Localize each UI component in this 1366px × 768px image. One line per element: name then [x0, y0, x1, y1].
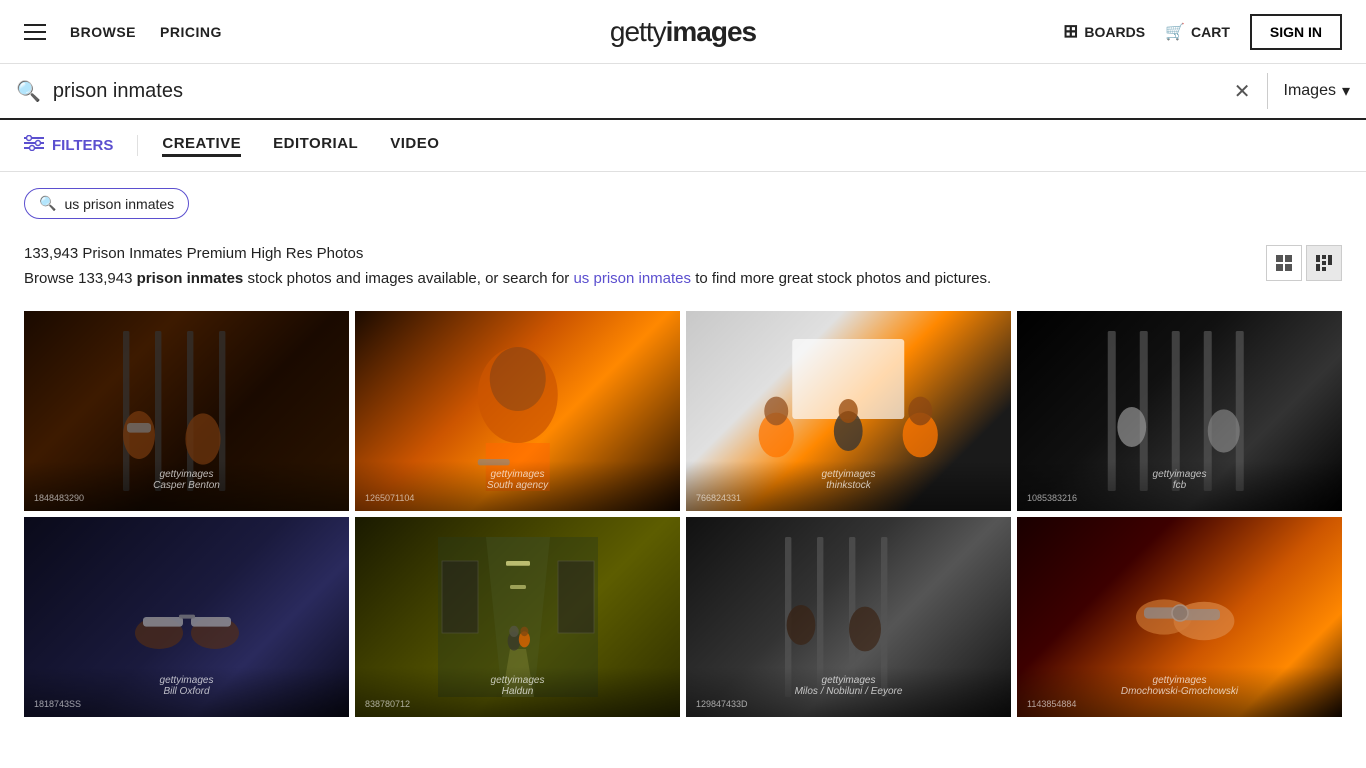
boards-label: BOARDS [1084, 24, 1145, 40]
grid-view-button[interactable] [1266, 245, 1302, 281]
photo-cell-3[interactable]: gettyimagesthinkstock 766824331 [686, 311, 1011, 511]
results-desc-link[interactable]: us prison inmates [573, 270, 691, 287]
cart-button[interactable]: 🛒 CART [1165, 22, 1230, 42]
chevron-down-icon: ▾ [1342, 81, 1350, 101]
header: BROWSE PRICING gettyimages ⊞ BOARDS 🛒 CA… [0, 0, 1366, 64]
search-icon: 🔍 [16, 79, 41, 104]
photo-id-2: 1265071104 [365, 493, 670, 503]
filters-button[interactable]: FILTERS [24, 135, 138, 156]
search-divider [1267, 73, 1268, 109]
photo-id-1: 1848483290 [34, 493, 339, 503]
photo-overlay-1: gettyimagesCasper Benton 1848483290 [24, 461, 349, 511]
photo-cell-4[interactable]: gettyimagesfcb 1085383216 [1017, 311, 1342, 511]
photo-overlay-5: gettyimagesBill Oxford 1818743SS [24, 667, 349, 717]
tab-creative[interactable]: CREATIVE [162, 135, 241, 157]
nav-browse[interactable]: BROWSE [70, 24, 136, 40]
related-search-chip[interactable]: 🔍 us prison inmates [24, 188, 189, 219]
logo[interactable]: gettyimages [610, 16, 756, 48]
photo-id-6: 838780712 [365, 699, 670, 709]
photo-id-3: 766824331 [696, 493, 1001, 503]
related-search-label: us prison inmates [64, 196, 174, 212]
header-right: ⊞ BOARDS 🛒 CART SIGN IN [1063, 14, 1342, 50]
photo-overlay-8: gettyimagesDmochowski-Gmochowski 1143854… [1017, 667, 1342, 717]
results-description: Browse 133,943 prison inmates stock phot… [24, 268, 991, 291]
photo-cell-2[interactable]: gettyimagesSouth agency 1265071104 [355, 311, 680, 511]
cart-label: CART [1191, 24, 1230, 40]
search-bar: 🔍 ✕ Images ▾ [0, 64, 1366, 120]
results-count: 133,943 Prison Inmates Premium High Res … [24, 245, 991, 262]
photo-overlay-2: gettyimagesSouth agency 1265071104 [355, 461, 680, 511]
filters-bar: FILTERS CREATIVE EDITORIAL VIDEO [0, 120, 1366, 172]
mosaic-view-button[interactable] [1306, 245, 1342, 281]
grid-controls [1266, 245, 1342, 281]
photo-id-7: 129847433D [696, 699, 1001, 709]
results-info: 133,943 Prison Inmates Premium High Res … [24, 245, 991, 307]
photo-overlay-6: gettyimagesHaldun 838780712 [355, 667, 680, 717]
photo-cell-1[interactable]: gettyimagesCasper Benton 1848483290 [24, 311, 349, 511]
photo-id-5: 1818743SS [34, 699, 339, 709]
cart-icon: 🛒 [1165, 22, 1185, 42]
search-input[interactable] [53, 80, 1234, 103]
photo-overlay-7: gettyimagesMilos / Nobiluni / Eeyore 129… [686, 667, 1011, 717]
results-area: 🔍 us prison inmates 133,943 Prison Inmat… [0, 172, 1366, 717]
photo-id-8: 1143854884 [1027, 699, 1332, 709]
tab-editorial[interactable]: EDITORIAL [273, 135, 358, 157]
logo-normal: getty [610, 16, 666, 47]
header-left: BROWSE PRICING [24, 24, 222, 40]
logo-bold: images [666, 16, 757, 47]
photo-cell-8[interactable]: gettyimagesDmochowski-Gmochowski 1143854… [1017, 517, 1342, 717]
hamburger-menu[interactable] [24, 24, 46, 40]
photo-cell-6[interactable]: gettyimagesHaldun 838780712 [355, 517, 680, 717]
search-type-selector[interactable]: Images ▾ [1284, 81, 1351, 101]
photo-id-4: 1085383216 [1027, 493, 1332, 503]
filter-icon [24, 135, 44, 156]
tab-video[interactable]: VIDEO [390, 135, 439, 157]
search-type-label: Images [1284, 82, 1336, 100]
results-desc-bold: prison inmates [137, 270, 244, 287]
sign-in-button[interactable]: SIGN IN [1250, 14, 1342, 50]
nav-pricing[interactable]: PRICING [160, 24, 222, 40]
photo-overlay-3: gettyimagesthinkstock 766824331 [686, 461, 1011, 511]
boards-icon: ⊞ [1063, 21, 1078, 42]
photo-cell-5[interactable]: gettyimagesBill Oxford 1818743SS [24, 517, 349, 717]
photo-overlay-4: gettyimagesfcb 1085383216 [1017, 461, 1342, 511]
filters-label: FILTERS [52, 137, 113, 154]
photo-cell-7[interactable]: gettyimagesMilos / Nobiluni / Eeyore 129… [686, 517, 1011, 717]
boards-button[interactable]: ⊞ BOARDS [1063, 21, 1145, 42]
results-header-row: 133,943 Prison Inmates Premium High Res … [24, 245, 1342, 307]
related-search-icon: 🔍 [39, 195, 56, 212]
content-type-nav: CREATIVE EDITORIAL VIDEO [162, 135, 439, 157]
clear-icon[interactable]: ✕ [1234, 79, 1251, 104]
related-searches-row: 🔍 us prison inmates [24, 188, 1342, 233]
photo-grid: gettyimagesCasper Benton 1848483290 gett… [24, 311, 1342, 717]
